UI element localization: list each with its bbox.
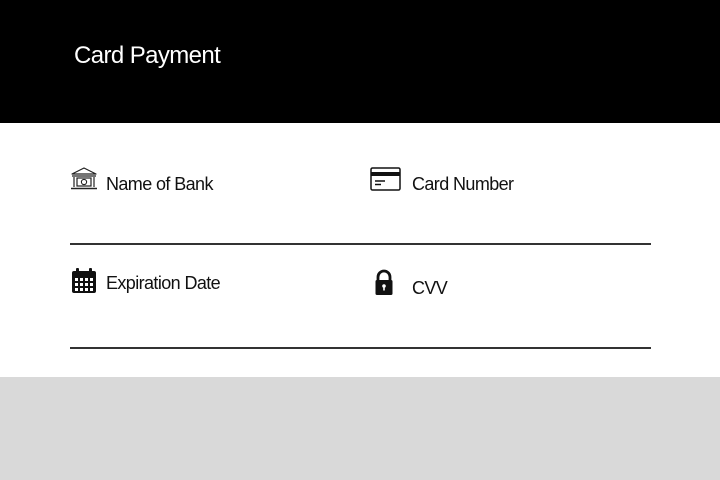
page-background	[0, 377, 720, 480]
card-number-field[interactable]: Card Number	[370, 167, 651, 207]
row-2-divider	[70, 347, 651, 349]
cvv-field[interactable]: CVV	[374, 269, 651, 309]
bank-icon	[70, 167, 98, 196]
cvv-label: CVV	[412, 278, 448, 298]
card-number-label: Card Number	[412, 174, 514, 194]
calendar-icon	[70, 268, 98, 299]
lock-icon	[374, 269, 394, 302]
bank-name-label: Name of Bank	[106, 174, 213, 194]
page-title: Card Payment	[74, 42, 221, 69]
payment-form: Name of Bank Card Number Expiration Date…	[0, 123, 720, 377]
expiration-date-field[interactable]: Expiration Date	[70, 268, 350, 308]
header-bar: Card Payment	[0, 0, 720, 123]
row-1-divider	[70, 243, 651, 245]
bank-name-field[interactable]: Name of Bank	[70, 167, 350, 207]
expiration-date-label: Expiration Date	[106, 273, 221, 293]
credit-card-icon	[370, 167, 401, 196]
